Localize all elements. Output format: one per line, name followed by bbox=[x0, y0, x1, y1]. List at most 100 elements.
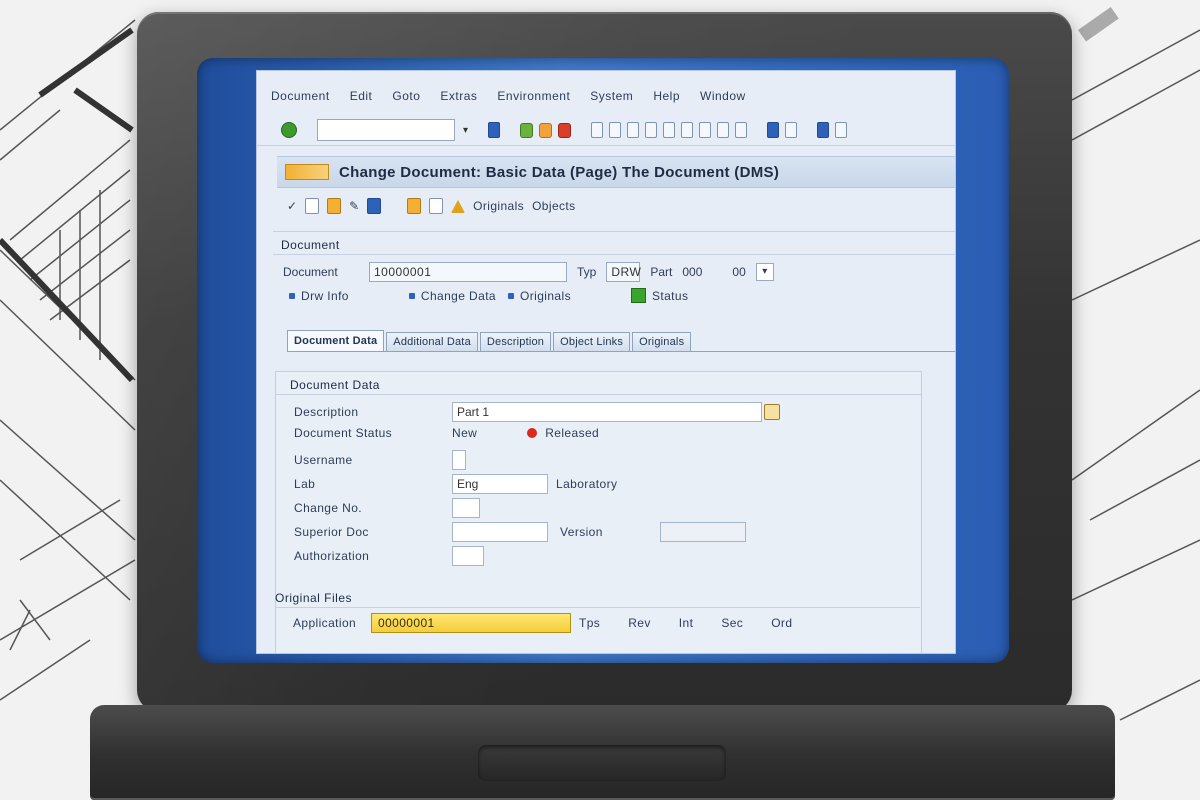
radio-change-data[interactable]: Change Data bbox=[408, 289, 496, 303]
find-icon[interactable] bbox=[609, 122, 622, 138]
status-indicator: Status bbox=[630, 288, 688, 303]
save-icon[interactable] bbox=[488, 122, 501, 138]
part-label: Part bbox=[650, 265, 673, 279]
customize-icon[interactable] bbox=[835, 122, 848, 138]
edit-pencil-icon[interactable]: ✎ bbox=[349, 199, 359, 213]
document-type-field[interactable]: DRW bbox=[606, 262, 641, 282]
part-value: 000 bbox=[682, 265, 703, 279]
folder-icon[interactable] bbox=[327, 198, 342, 214]
authorization-input[interactable] bbox=[452, 546, 484, 566]
view-options-row: Drw Info Change Data Originals Status bbox=[289, 288, 688, 303]
application-label: Application bbox=[293, 616, 357, 630]
document-title-icon bbox=[285, 164, 329, 180]
col-int: Int bbox=[678, 616, 694, 630]
originals-button[interactable]: Originals bbox=[473, 199, 524, 213]
status-green-icon bbox=[630, 288, 646, 303]
col-rev: Rev bbox=[628, 616, 651, 630]
field-row-status: Document Status New Released bbox=[294, 426, 599, 440]
back-icon[interactable] bbox=[520, 122, 534, 138]
application-input[interactable]: 00000001 bbox=[371, 613, 571, 633]
radio-originals[interactable]: Originals bbox=[508, 289, 571, 303]
document-data-panel: Document Data Description Part 1 Documen… bbox=[275, 371, 922, 653]
application-toolbar: ✓ ✎ Originals Objects bbox=[277, 194, 955, 218]
type-label: Typ bbox=[577, 265, 597, 279]
menu-edit[interactable]: Edit bbox=[350, 89, 373, 103]
menu-bar: Document Edit Goto Extras Environment Sy… bbox=[257, 81, 955, 111]
document-label: Document bbox=[283, 265, 338, 279]
field-row-superior: Superior Doc Version bbox=[294, 522, 746, 542]
document-key-row: Document 10000001 Typ DRW Part 000 00 ▾ bbox=[283, 262, 774, 282]
sap-window: Document Edit Goto Extras Environment Sy… bbox=[256, 70, 956, 654]
col-sec: Sec bbox=[721, 616, 744, 630]
first-page-icon[interactable] bbox=[645, 122, 658, 138]
status-red-icon bbox=[527, 428, 538, 438]
options-icon[interactable] bbox=[817, 122, 830, 138]
change-no-label: Change No. bbox=[294, 501, 363, 515]
standard-toolbar: ▾ bbox=[257, 115, 955, 146]
enter-icon[interactable] bbox=[281, 122, 297, 138]
col-ord: Ord bbox=[771, 616, 793, 630]
version-label: 00 bbox=[732, 265, 746, 279]
print-icon[interactable] bbox=[591, 122, 604, 138]
screen-title-bar: Change Document: Basic Data (Page) The D… bbox=[277, 156, 955, 188]
superior-doc-input[interactable] bbox=[452, 522, 548, 542]
exit-icon[interactable] bbox=[539, 122, 553, 138]
shortcut-icon[interactable] bbox=[735, 122, 748, 138]
menu-document[interactable]: Document bbox=[271, 89, 330, 103]
command-field[interactable] bbox=[317, 119, 455, 141]
menu-extras[interactable]: Extras bbox=[440, 89, 477, 103]
field-row-lab: Lab Eng Laboratory bbox=[294, 474, 617, 494]
col-tps: Tps bbox=[579, 616, 601, 630]
document-status-value: New bbox=[452, 426, 478, 440]
objects-button[interactable]: Objects bbox=[532, 199, 575, 213]
warning-icon[interactable] bbox=[451, 199, 466, 213]
version-input[interactable] bbox=[660, 522, 746, 542]
new-session-icon[interactable] bbox=[717, 122, 730, 138]
username-input[interactable] bbox=[452, 450, 466, 470]
search-help-icon[interactable] bbox=[764, 404, 780, 420]
document-status-text: Released bbox=[545, 426, 600, 440]
menu-environment[interactable]: Environment bbox=[497, 89, 570, 103]
version-dropdown-icon[interactable]: ▾ bbox=[755, 263, 774, 281]
menu-goto[interactable]: Goto bbox=[392, 89, 420, 103]
tab-document-data[interactable]: Document Data bbox=[287, 330, 385, 351]
new-document-icon[interactable] bbox=[305, 198, 320, 214]
last-page-icon[interactable] bbox=[699, 122, 712, 138]
field-row-change-no: Change No. bbox=[294, 498, 480, 518]
link-icon[interactable] bbox=[429, 198, 444, 214]
display-icon[interactable] bbox=[367, 198, 382, 214]
document-number-field[interactable]: 10000001 bbox=[369, 262, 567, 282]
lab-input[interactable]: Eng bbox=[452, 474, 548, 494]
check-icon[interactable]: ✓ bbox=[287, 199, 297, 213]
superior-doc-label: Superior Doc bbox=[294, 525, 369, 539]
version-label-2: Version bbox=[560, 525, 603, 539]
field-row-description: Description Part 1 bbox=[294, 402, 780, 422]
next-page-icon[interactable] bbox=[681, 122, 694, 138]
menu-system[interactable]: System bbox=[590, 89, 633, 103]
tab-strip: Document Data Additional Data Descriptio… bbox=[287, 329, 955, 352]
description-label: Description bbox=[294, 405, 359, 419]
page-title: Change Document: Basic Data (Page) The D… bbox=[339, 163, 780, 181]
original-files-title: Original Files bbox=[275, 591, 353, 605]
lab-label: Lab bbox=[294, 477, 316, 491]
help-icon[interactable] bbox=[767, 122, 780, 138]
laptop-hinge-notch bbox=[478, 745, 726, 781]
find-next-icon[interactable] bbox=[627, 122, 640, 138]
field-row-username: Username bbox=[294, 450, 466, 470]
command-dropdown-icon[interactable]: ▾ bbox=[463, 125, 468, 136]
previous-page-icon[interactable] bbox=[663, 122, 676, 138]
description-input[interactable]: Part 1 bbox=[452, 402, 762, 422]
tab-object-links[interactable]: Object Links bbox=[553, 332, 631, 351]
change-no-input[interactable] bbox=[452, 498, 480, 518]
radio-drw-info[interactable]: Drw Info bbox=[289, 289, 349, 303]
tab-originals[interactable]: Originals bbox=[632, 332, 692, 351]
cancel-icon[interactable] bbox=[558, 122, 572, 138]
layout-icon[interactable] bbox=[785, 122, 798, 138]
username-label: Username bbox=[294, 453, 353, 467]
tab-additional-data[interactable]: Additional Data bbox=[386, 332, 478, 351]
menu-window[interactable]: Window bbox=[700, 89, 746, 103]
menu-help[interactable]: Help bbox=[653, 89, 680, 103]
header-section-title: Document bbox=[281, 238, 340, 252]
attachment-icon[interactable] bbox=[407, 198, 422, 214]
tab-description[interactable]: Description bbox=[479, 332, 552, 351]
